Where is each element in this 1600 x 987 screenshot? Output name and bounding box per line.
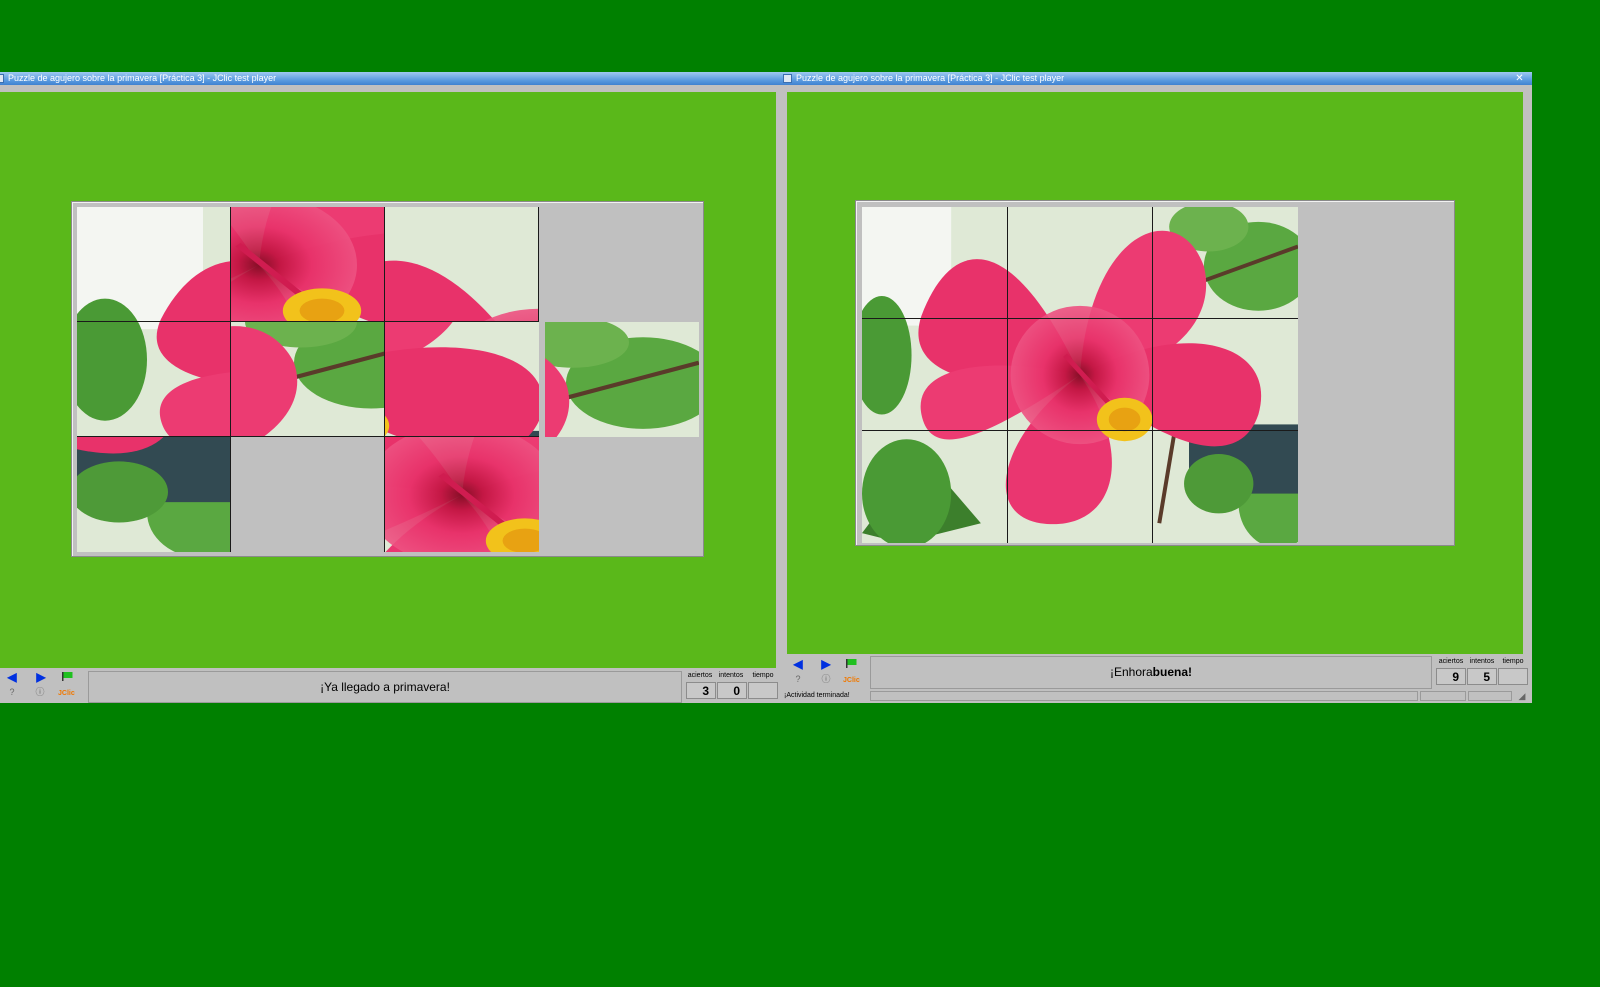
jclic-logo[interactable]: JClic <box>58 690 75 697</box>
right-puzzle-board <box>855 200 1455 546</box>
puzzle-piece[interactable] <box>385 322 539 437</box>
counter-aciertos: 9 <box>1436 668 1466 685</box>
grid-line <box>77 436 539 437</box>
arrow-left-icon[interactable]: ◀ <box>791 658 805 671</box>
right-player-window: ✕ Puzzle de agujero sobre la primavera [… <box>780 72 1532 703</box>
right-message-box: ¡Enhorabuena! <box>870 656 1432 689</box>
counter-label-tiempo: tiempo <box>752 672 774 679</box>
grid-line <box>230 207 231 552</box>
left-title-bar[interactable]: Puzzle de agujero sobre la primavera [Pr… <box>0 72 780 85</box>
grid-line <box>77 321 539 322</box>
info-icon[interactable]: ⓘ <box>35 687 45 697</box>
counter-label-intentos: intentos <box>718 672 744 679</box>
counter-label-aciertos: aciertos <box>687 672 713 679</box>
jclic-logo[interactable]: JClic <box>843 677 860 684</box>
counter-intentos: 5 <box>1467 668 1497 685</box>
status-text: ¡Actividad terminada! <box>784 692 850 699</box>
grid-line <box>1152 207 1153 543</box>
left-control-bar: ◀ ▶ ? ⓘ JClic ¡Ya llegado a primavera! a… <box>0 668 780 703</box>
puzzle-piece[interactable] <box>385 437 539 552</box>
green-flag-icon[interactable] <box>62 672 73 681</box>
message-text: ¡Ya llegado a primavera! <box>320 680 450 694</box>
counter-label-intentos: intentos <box>1469 658 1495 665</box>
right-window-title: Puzzle de agujero sobre la primavera [Pr… <box>796 73 1065 83</box>
right-activity-stage <box>787 92 1523 654</box>
counter-label-aciertos: aciertos <box>1438 658 1464 665</box>
status-panel <box>870 691 1418 701</box>
app-icon <box>783 74 792 83</box>
arrow-left-icon[interactable]: ◀ <box>5 671 19 684</box>
grid-line <box>862 318 1298 319</box>
grid-line <box>862 430 1298 431</box>
counter-tiempo <box>748 682 778 699</box>
puzzle-piece[interactable] <box>77 437 231 552</box>
puzzle-piece[interactable] <box>77 322 231 437</box>
right-title-bar[interactable]: ✕ Puzzle de agujero sobre la primavera [… <box>780 72 1532 85</box>
counter-label-tiempo: tiempo <box>1502 658 1524 665</box>
counter-intentos: 0 <box>717 682 747 699</box>
left-puzzle-board <box>71 201 704 557</box>
resize-grip-icon[interactable]: ◢ <box>1517 691 1527 701</box>
message-text-bold: buena! <box>1152 665 1193 679</box>
arrow-right-icon[interactable]: ▶ <box>34 671 48 684</box>
puzzle-piece[interactable] <box>77 207 231 322</box>
grid-line <box>538 207 539 322</box>
green-flag-icon[interactable] <box>846 659 857 668</box>
left-window-title: Puzzle de agujero sobre la primavera [Pr… <box>8 73 277 83</box>
message-text: ¡Enhora <box>1109 665 1153 679</box>
grid-line <box>384 207 385 552</box>
puzzle-piece[interactable] <box>231 207 385 322</box>
left-player-window: Puzzle de agujero sobre la primavera [Pr… <box>0 72 780 703</box>
status-panel <box>1468 691 1512 701</box>
app-icon <box>0 74 4 83</box>
left-activity-stage <box>0 92 776 668</box>
status-panel <box>1420 691 1466 701</box>
info-icon[interactable]: ⓘ <box>821 674 831 684</box>
puzzle-piece[interactable] <box>231 322 385 437</box>
arrow-right-icon[interactable]: ▶ <box>819 658 833 671</box>
loose-puzzle-piece[interactable] <box>545 322 699 437</box>
right-control-bar: ◀ ▶ ? ⓘ JClic ¡Enhorabuena! aciertos int… <box>780 654 1532 690</box>
close-icon[interactable]: ✕ <box>1514 73 1525 84</box>
counter-tiempo <box>1498 668 1528 685</box>
grid-line <box>1007 207 1008 543</box>
question-icon[interactable]: ? <box>793 674 803 684</box>
counter-aciertos: 3 <box>686 682 716 699</box>
question-icon[interactable]: ? <box>7 687 17 697</box>
completed-puzzle-image <box>862 207 1298 543</box>
right-status-bar: ¡Actividad terminada! ◢ <box>780 690 1532 703</box>
puzzle-piece[interactable] <box>385 207 539 322</box>
left-message-box: ¡Ya llegado a primavera! <box>88 671 682 703</box>
